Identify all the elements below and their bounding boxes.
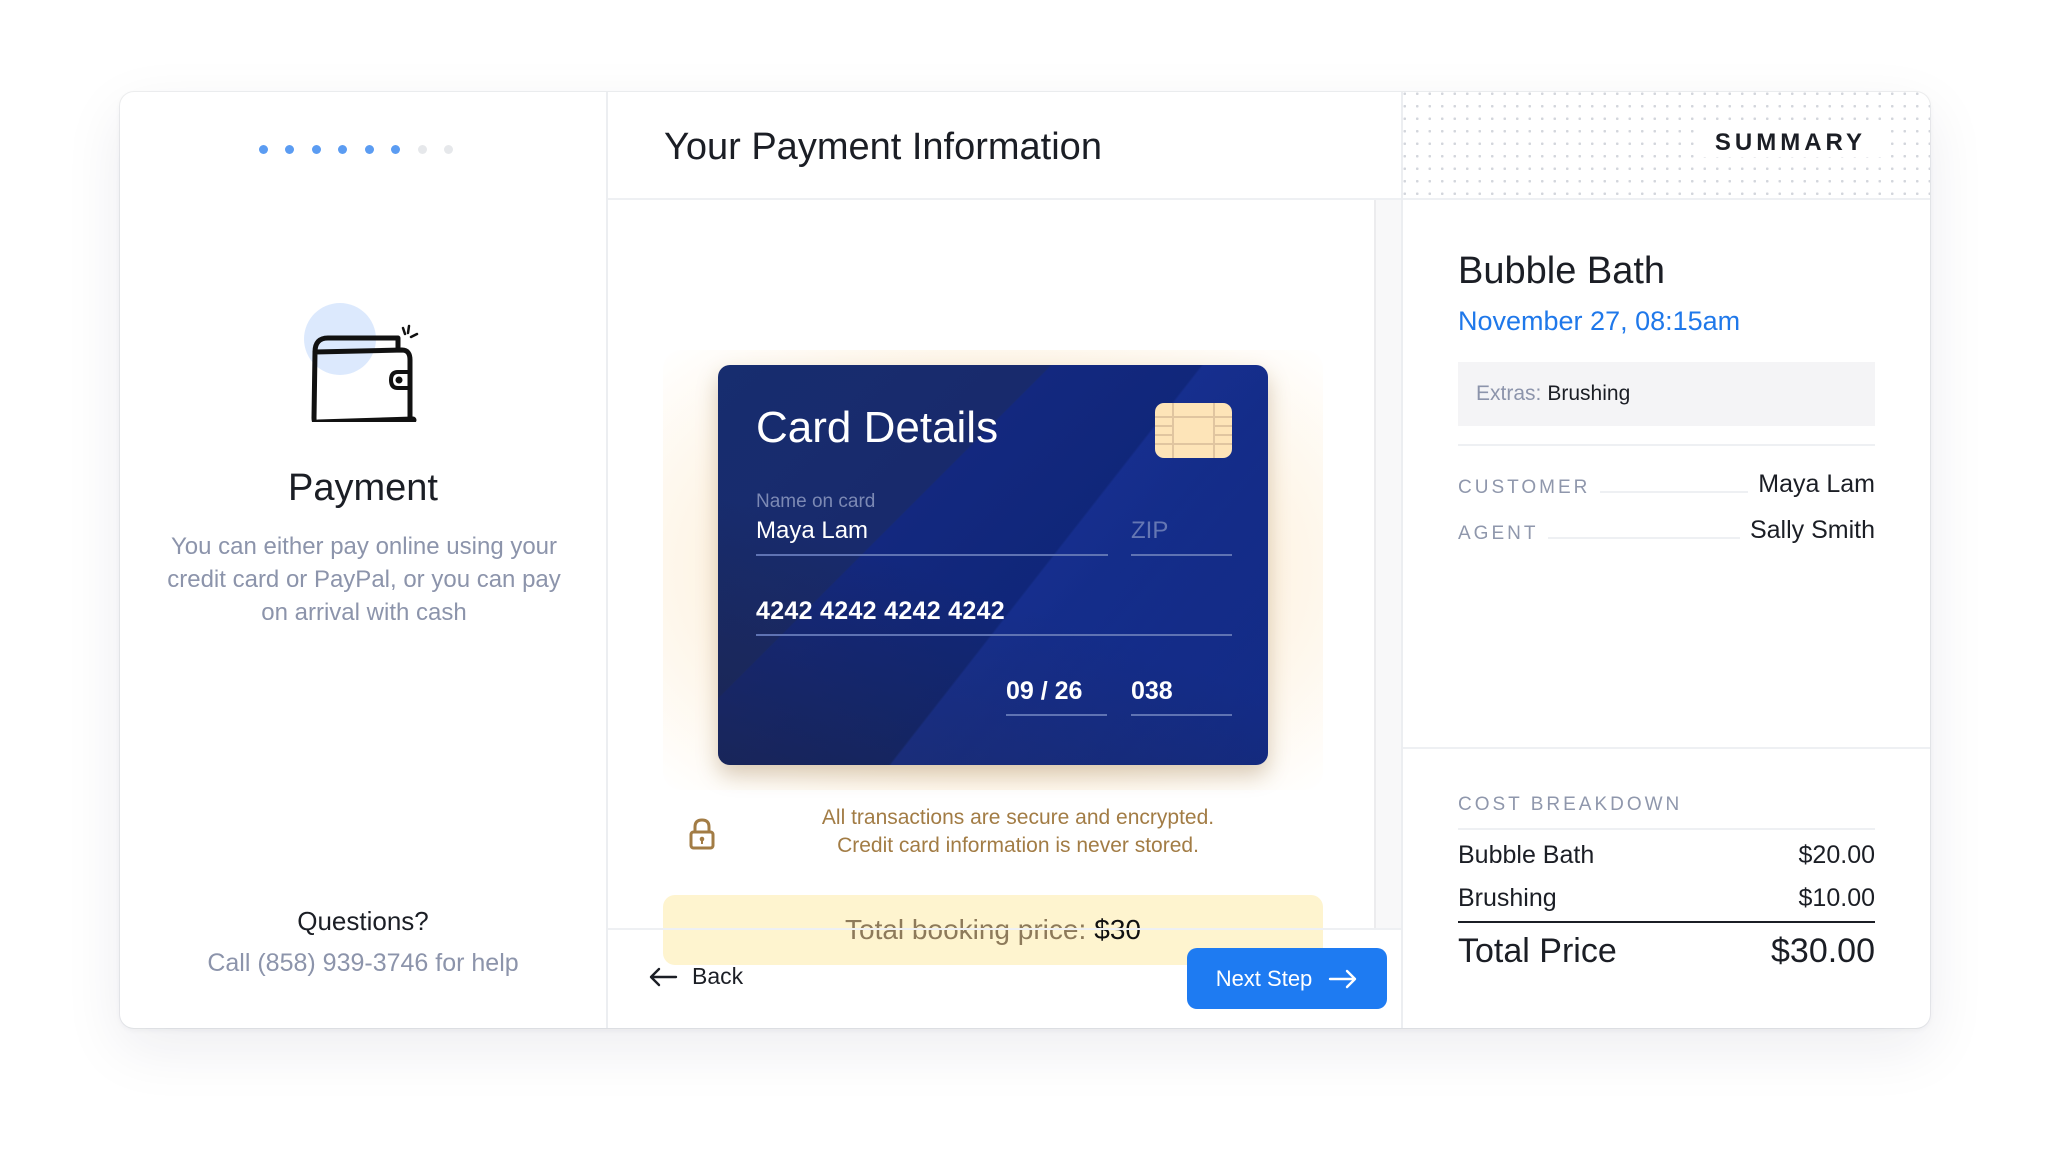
step-info-panel: Payment You can either pay online using … (120, 92, 608, 1028)
leader-line (1600, 491, 1749, 493)
cost-row: Brushing $10.00 (1458, 884, 1875, 913)
back-button-label: Back (692, 963, 744, 989)
scrollbar[interactable] (1374, 200, 1401, 928)
step-progress (120, 145, 606, 154)
agent-row: AGENT Sally Smith (1458, 516, 1875, 545)
card-title: Card Details (756, 403, 999, 452)
name-on-card-input[interactable]: Maya Lam (756, 517, 868, 545)
divider (1458, 828, 1875, 830)
name-on-card-label: Name on card (756, 491, 876, 512)
cost-item-price: $20.00 (1798, 841, 1875, 869)
summary-header: SUMMARY (1403, 92, 1930, 200)
next-step-button[interactable]: Next Step (1187, 948, 1387, 1009)
cost-item-price: $10.00 (1798, 884, 1875, 912)
page-title: Your Payment Information (664, 126, 1102, 168)
step-dot (364, 145, 374, 154)
credit-card-form: Card Details Name on card Maya Lam ZIP 4… (718, 365, 1268, 765)
payment-body: Card Details Name on card Maya Lam ZIP 4… (608, 200, 1401, 965)
back-button[interactable]: Back (648, 963, 743, 990)
step-dot (417, 145, 427, 154)
zip-input[interactable]: ZIP (1131, 517, 1168, 545)
number-underline (756, 634, 1232, 636)
step-dot (311, 145, 321, 154)
total-price-row: Total Price $30.00 (1458, 932, 1875, 971)
arrow-left-icon (649, 967, 678, 986)
step-dot (258, 145, 268, 154)
security-line-1: All transactions are secure and encrypte… (821, 806, 1215, 829)
step-dot (285, 145, 295, 154)
booking-wizard: Payment You can either pay online using … (120, 92, 1930, 1028)
help-phone-text[interactable]: Call (858) 939-3746 for help (120, 949, 606, 978)
wallet-icon (304, 303, 419, 422)
appointment-datetime: November 27, 08:15am (1458, 306, 1741, 336)
extras-label: Extras: (1476, 382, 1542, 405)
security-line-2: Credit card information is never stored. (837, 834, 1199, 857)
step-dot (391, 145, 401, 154)
step-description: You can either pay online using your cre… (167, 533, 561, 626)
cost-breakdown-label: COST BREAKDOWN (1458, 794, 1683, 815)
zip-underline (1131, 554, 1232, 556)
expiry-underline (1006, 714, 1107, 716)
step-dot (338, 145, 348, 154)
cvc-underline (1131, 714, 1232, 716)
expiry-input[interactable]: 09 / 26 (1006, 677, 1082, 706)
lock-icon (689, 818, 715, 850)
customer-row: CUSTOMER Maya Lam (1458, 470, 1875, 499)
cvc-input[interactable]: 038 (1131, 677, 1173, 706)
total-rule (1458, 921, 1875, 923)
summary-title: SUMMARY (1698, 129, 1882, 157)
cost-item-name: Brushing (1458, 884, 1557, 912)
total-price-label: Total Price (1458, 932, 1617, 970)
arrow-right-icon (1329, 969, 1357, 988)
card-chip-icon (1155, 403, 1232, 458)
summary-panel: SUMMARY Bubble Bath November 27, 08:15am… (1403, 92, 1930, 1028)
step-dot (444, 145, 454, 154)
questions-title: Questions? (297, 906, 429, 936)
extras-box: Extras: Brushing (1458, 362, 1875, 426)
cost-row: Bubble Bath $20.00 (1458, 841, 1875, 870)
wizard-footer: Back Next Step (608, 928, 1401, 1028)
agent-label: AGENT (1458, 523, 1539, 544)
customer-label: CUSTOMER (1458, 477, 1591, 498)
section-divider (1403, 747, 1930, 749)
cost-item-name: Bubble Bath (1458, 841, 1595, 869)
security-note: All transactions are secure and encrypte… (748, 804, 1288, 860)
payment-panel: Your Payment Information Card Details Na… (608, 92, 1403, 1028)
customer-value: Maya Lam (1758, 470, 1875, 498)
card-number-input[interactable]: 4242 4242 4242 4242 (756, 597, 1005, 626)
name-underline (756, 554, 1108, 556)
leader-line (1548, 537, 1740, 539)
service-name: Bubble Bath (1458, 250, 1666, 292)
divider (1458, 444, 1875, 446)
next-step-label: Next Step (1215, 965, 1313, 991)
total-price-value: $30.00 (1771, 932, 1875, 970)
payment-header: Your Payment Information (608, 92, 1401, 200)
agent-value: Sally Smith (1749, 516, 1875, 544)
extras-value: Brushing (1547, 382, 1631, 405)
step-title: Payment (288, 467, 438, 509)
